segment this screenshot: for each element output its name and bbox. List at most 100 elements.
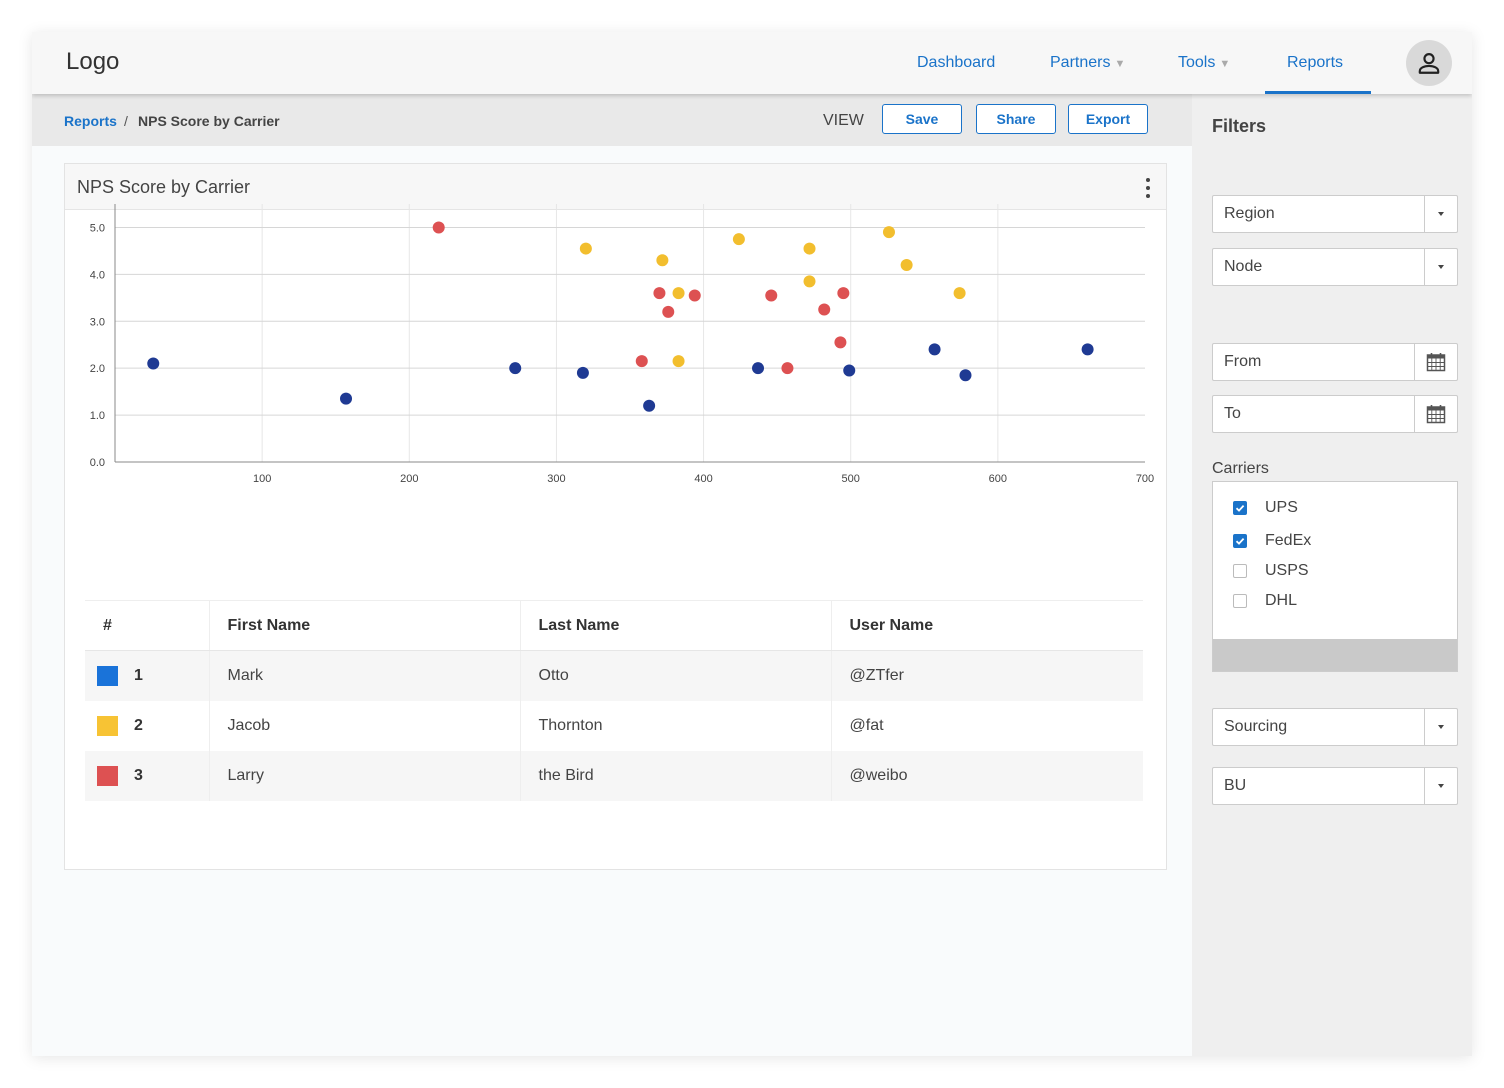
bu-select[interactable]: BU <box>1212 767 1458 805</box>
nav-tools-label: Tools <box>1178 54 1216 71</box>
view-label: VIEW <box>823 112 864 129</box>
data-point <box>643 399 656 412</box>
caret-down-icon <box>1424 768 1457 804</box>
x-tick-label: 700 <box>1136 473 1154 485</box>
y-tick-label: 0.0 <box>90 457 105 469</box>
caret-down-icon <box>1424 709 1457 745</box>
checkbox[interactable] <box>1233 564 1247 578</box>
caret-down-icon <box>1424 249 1457 285</box>
save-button[interactable]: Save <box>882 104 962 134</box>
first-name-cell: Mark <box>208 650 520 701</box>
carrier-option-ups[interactable]: UPS <box>1233 497 1298 519</box>
data-point <box>953 287 966 300</box>
data-point <box>1081 343 1094 356</box>
carrier-option-dhl[interactable]: DHL <box>1233 590 1297 612</box>
calendar-icon[interactable] <box>1414 344 1457 380</box>
carrier-label: FedEx <box>1265 532 1312 549</box>
data-point <box>656 254 669 267</box>
table-row[interactable]: 2 Jacob Thornton @fat <box>85 700 1143 751</box>
column-header-first-name: First Name <box>208 600 520 651</box>
from-date-input[interactable] <box>1213 344 1415 380</box>
avatar[interactable] <box>1406 40 1452 86</box>
action-bar: Reports / NPS Score by Carrier VIEW Save… <box>32 94 1192 146</box>
breadcrumb-reports-link[interactable]: Reports <box>64 113 117 129</box>
data-point <box>781 362 794 375</box>
card-title: NPS Score by Carrier <box>77 177 251 197</box>
data-point <box>653 287 666 300</box>
top-navbar: Logo Dashboard Partners ▼ Tools ▼ Reports <box>32 32 1472 94</box>
data-point <box>509 362 522 375</box>
carriers-list: UPS FedEx USPS DHL <box>1212 481 1458 672</box>
row-number: 3 <box>134 766 143 784</box>
checkbox[interactable] <box>1233 501 1247 515</box>
kebab-menu-icon[interactable] <box>1142 178 1154 198</box>
data-point <box>803 275 816 288</box>
carrier-label: USPS <box>1265 562 1309 579</box>
nav-reports-label: Reports <box>1287 54 1344 71</box>
export-button[interactable]: Export <box>1068 104 1148 134</box>
last-name-cell: Otto <box>519 650 831 701</box>
data-point <box>147 357 160 370</box>
table-row[interactable]: 3 Larry the Bird @weibo <box>85 750 1143 801</box>
table-row[interactable]: 1 Mark Otto @ZTfer <box>85 650 1143 701</box>
row-number: 1 <box>134 666 143 684</box>
data-point <box>928 343 941 356</box>
data-point <box>752 362 765 375</box>
data-point <box>340 392 353 405</box>
data-point <box>834 336 847 349</box>
data-point <box>672 287 685 300</box>
data-point <box>818 303 831 316</box>
y-tick-label: 4.0 <box>90 269 105 281</box>
data-point <box>432 221 445 234</box>
calendar-icon[interactable] <box>1414 396 1457 432</box>
chevron-down-icon: ▼ <box>1114 58 1126 70</box>
node-select[interactable]: Node <box>1212 248 1458 286</box>
column-header-user-name: User Name <box>830 600 1143 651</box>
share-button[interactable]: Share <box>976 104 1056 134</box>
nav-dashboard[interactable]: Dashboard <box>917 54 995 72</box>
from-date-field <box>1212 343 1458 381</box>
carrier-option-fedex[interactable]: FedEx <box>1233 530 1311 552</box>
nav-partners-label: Partners <box>1050 54 1111 71</box>
last-name-cell: Thornton <box>519 700 831 751</box>
nav-active-indicator <box>1265 91 1371 94</box>
data-point <box>900 258 913 271</box>
x-tick-label: 200 <box>400 473 418 485</box>
first-name-cell: Larry <box>208 750 520 801</box>
user-name-cell: @ZTfer <box>830 650 1143 701</box>
carrier-option-usps[interactable]: USPS <box>1233 560 1309 582</box>
horizontal-scrollbar[interactable] <box>1213 639 1457 671</box>
carrier-label: UPS <box>1265 499 1298 516</box>
to-date-field <box>1212 395 1458 433</box>
user-icon <box>1418 53 1440 74</box>
node-select-value: Node <box>1224 258 1263 275</box>
checkbox[interactable] <box>1233 594 1247 608</box>
carriers-label: Carriers <box>1212 460 1269 477</box>
data-point <box>576 366 589 379</box>
data-point <box>959 369 972 382</box>
row-number-cell: 2 <box>85 700 209 751</box>
data-point <box>672 355 685 368</box>
data-point <box>732 233 745 246</box>
x-tick-label: 400 <box>694 473 712 485</box>
nav-reports[interactable]: Reports <box>1287 54 1343 72</box>
nav-tools[interactable]: Tools ▼ <box>1178 54 1230 72</box>
nav-dashboard-label: Dashboard <box>917 54 996 71</box>
app-window: Logo Dashboard Partners ▼ Tools ▼ Reports … <box>32 32 1472 1056</box>
x-tick-label: 100 <box>253 473 271 485</box>
y-tick-label: 3.0 <box>90 316 105 328</box>
data-point <box>882 226 895 239</box>
to-date-input[interactable] <box>1213 396 1415 432</box>
scatter-chart: 0.0 1.0 2.0 3.0 4.0 5.0 100 200 300 400 500 600 700 <box>90 204 1154 485</box>
row-number: 2 <box>134 716 143 734</box>
table-header-row: # First Name Last Name User Name <box>85 600 1143 651</box>
breadcrumb-separator: / <box>124 113 128 129</box>
logo[interactable]: Logo <box>66 48 119 76</box>
last-name-cell: the Bird <box>519 750 831 801</box>
first-name-cell: Jacob <box>208 700 520 751</box>
x-tick-label: 300 <box>547 473 565 485</box>
region-select[interactable]: Region <box>1212 195 1458 233</box>
sourcing-select[interactable]: Sourcing <box>1212 708 1458 746</box>
nav-partners[interactable]: Partners ▼ <box>1050 54 1125 72</box>
checkbox[interactable] <box>1233 534 1247 548</box>
